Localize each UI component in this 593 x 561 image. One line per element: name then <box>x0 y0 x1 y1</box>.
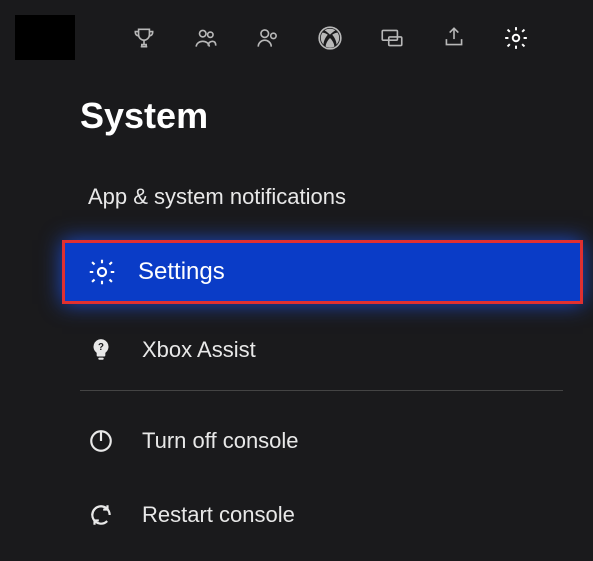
gear-icon <box>503 25 529 56</box>
guide-tab-bar <box>15 0 593 80</box>
page-title: System <box>80 95 593 137</box>
xbox-logo-icon <box>317 25 343 56</box>
people-tab[interactable] <box>255 27 281 53</box>
xbox-assist-menu-item[interactable]: ? Xbox Assist <box>80 322 593 378</box>
trophy-icon <box>131 25 157 56</box>
profile-tab[interactable] <box>15 15 75 60</box>
system-tab[interactable] <box>503 27 529 53</box>
menu-item-label: Settings <box>138 258 225 286</box>
divider <box>80 390 563 391</box>
people-icon <box>255 25 281 56</box>
restart-menu-item[interactable]: Restart console <box>80 487 593 543</box>
multiplayer-tab[interactable] <box>193 27 219 53</box>
messages-tab[interactable] <box>379 27 405 53</box>
gear-icon <box>88 258 116 286</box>
achievements-tab[interactable] <box>131 27 157 53</box>
broadcast-tab[interactable] <box>441 27 467 53</box>
people-group-icon <box>193 25 219 56</box>
settings-menu-item[interactable]: Settings <box>62 240 583 304</box>
menu-item-label: Xbox Assist <box>142 337 256 363</box>
menu-item-label: Restart console <box>142 502 295 528</box>
svg-text:?: ? <box>98 342 104 353</box>
chat-icon <box>379 25 405 56</box>
share-icon <box>441 25 467 56</box>
home-tab[interactable] <box>317 27 343 53</box>
turn-off-menu-item[interactable]: Turn off console <box>80 413 593 469</box>
menu-item-label: App & system notifications <box>88 184 346 209</box>
menu-item-label: Turn off console <box>142 428 299 454</box>
lightbulb-help-icon: ? <box>88 337 114 363</box>
notifications-menu-item[interactable]: App & system notifications <box>80 172 593 222</box>
power-icon <box>88 428 114 454</box>
restart-icon <box>88 502 114 528</box>
system-guide-panel: System App & system notifications Settin… <box>0 0 593 561</box>
